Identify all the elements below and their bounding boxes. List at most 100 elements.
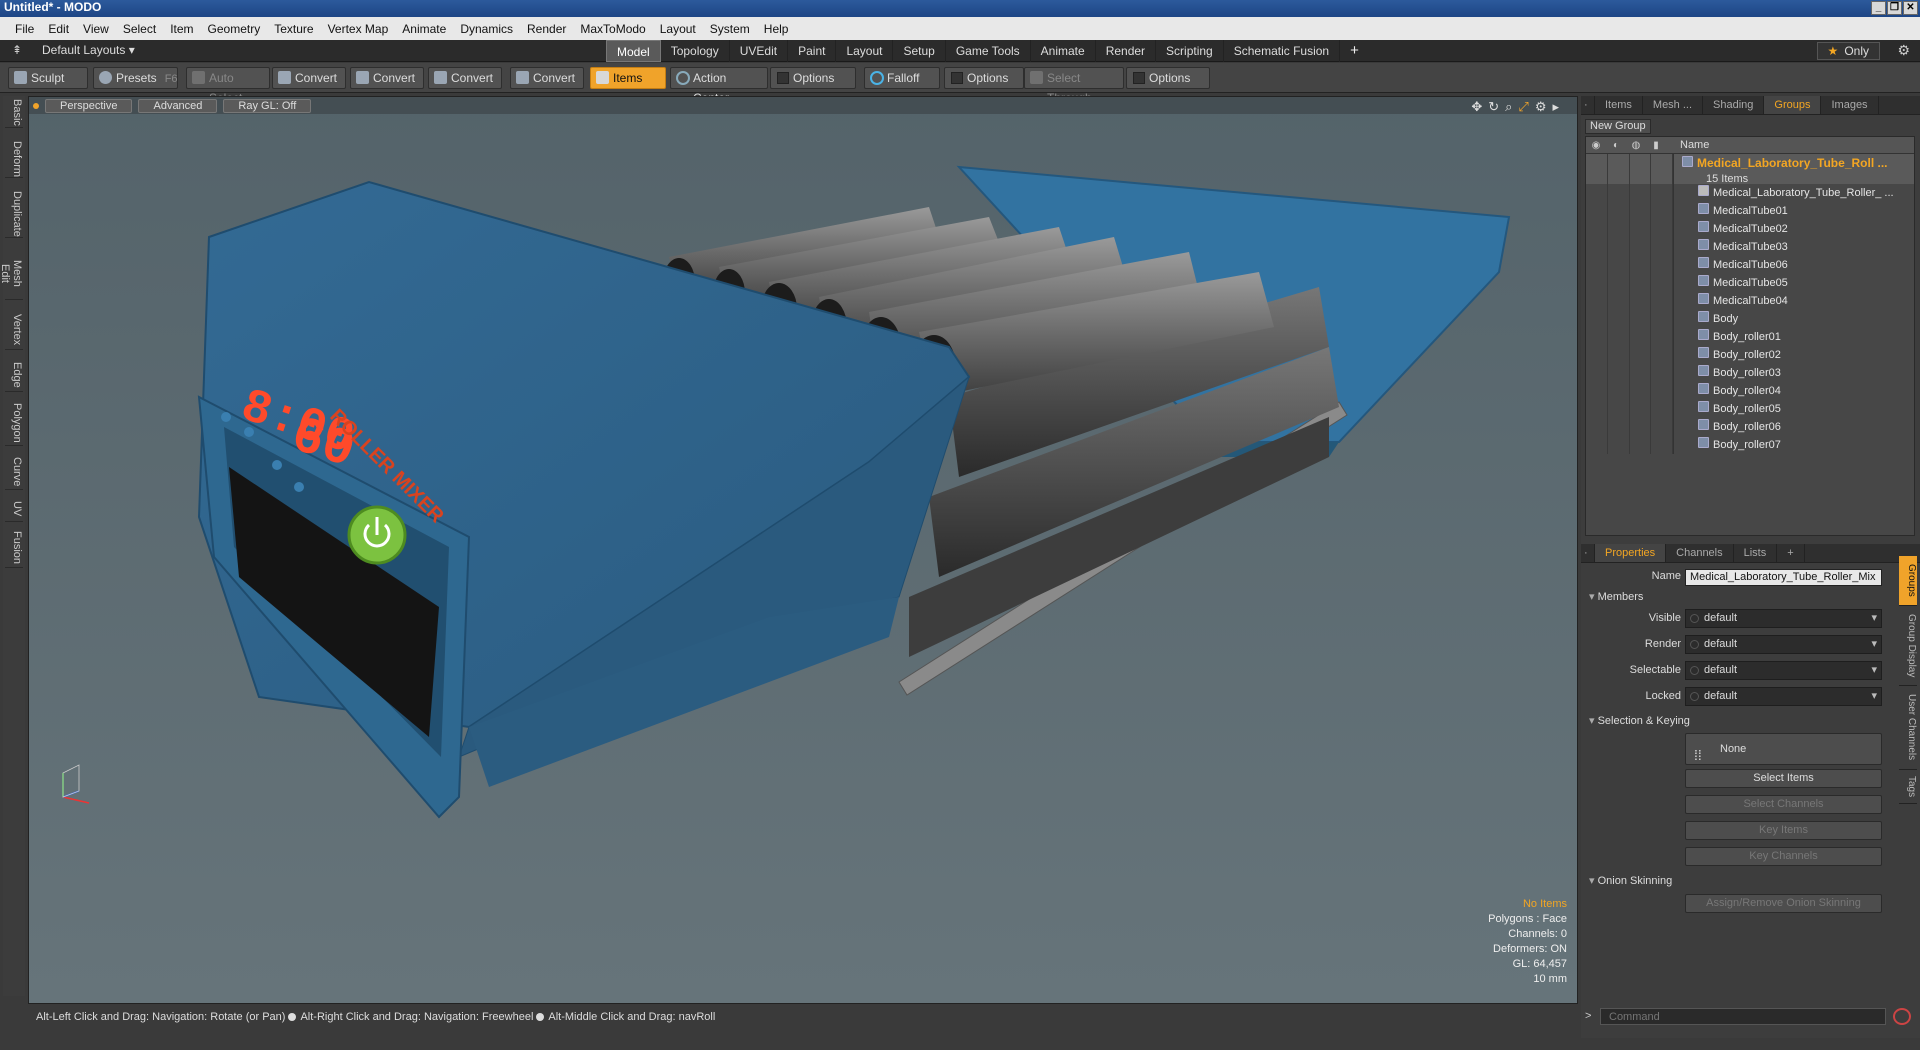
layout-up-icon[interactable]: ⇞: [12, 43, 22, 57]
tab-fusion[interactable]: Fusion: [5, 528, 23, 568]
convert-button-3[interactable]: Convert: [428, 67, 502, 89]
selection-keying-section[interactable]: Selection & Keying: [1589, 714, 1690, 727]
tab-setup[interactable]: Setup: [893, 40, 946, 62]
viewport-settings-icon[interactable]: ⚙: [1535, 99, 1547, 115]
tree-row[interactable]: Body_roller06: [1586, 418, 1914, 436]
selectable-dropdown[interactable]: default: [1685, 661, 1882, 680]
members-section[interactable]: Members: [1589, 590, 1644, 603]
menu-edit[interactable]: Edit: [41, 22, 76, 36]
convert-button-1[interactable]: Convert: [272, 67, 346, 89]
tree-row[interactable]: Body_roller02: [1586, 346, 1914, 364]
tab-uv[interactable]: UV: [5, 496, 23, 522]
menu-layout[interactable]: Layout: [653, 22, 703, 36]
menu-texture[interactable]: Texture: [267, 22, 320, 36]
visible-dropdown[interactable]: default: [1685, 609, 1882, 628]
tree-row[interactable]: MedicalTube05: [1586, 274, 1914, 292]
menu-view[interactable]: View: [76, 22, 116, 36]
side-tab-groups[interactable]: Groups: [1899, 556, 1917, 606]
key-items-button[interactable]: Key Items: [1685, 821, 1882, 840]
tree-row[interactable]: Body_roller04: [1586, 382, 1914, 400]
panel-grip-icon[interactable]: ·: [1581, 544, 1595, 562]
sculpt-button[interactable]: Sculpt: [8, 67, 88, 89]
tree-row[interactable]: Body_roller03: [1586, 364, 1914, 382]
tab-groups[interactable]: Groups: [1764, 96, 1822, 114]
lock-icon[interactable]: ▮: [1646, 140, 1666, 151]
tab-animate[interactable]: Animate: [1031, 40, 1096, 62]
action-center-button[interactable]: Action Center: [670, 67, 768, 105]
tab-model[interactable]: Model: [606, 40, 661, 62]
tree-row[interactable]: Medical_Laboratory_Tube_Roller_ ...: [1586, 184, 1914, 202]
tree-row[interactable]: MedicalTube04: [1586, 292, 1914, 310]
onion-skinning-button[interactable]: Assign/Remove Onion Skinning: [1685, 894, 1882, 913]
side-tab-group-display[interactable]: Group Display: [1899, 606, 1917, 686]
render-icon[interactable]: ◐: [1606, 140, 1626, 151]
shading-mode-dropdown[interactable]: Advanced: [138, 98, 218, 113]
tab-render[interactable]: Render: [1096, 40, 1157, 62]
tab-mesh[interactable]: Mesh ...: [1643, 96, 1704, 114]
view-type-dropdown[interactable]: Perspective: [45, 98, 133, 113]
fit-icon[interactable]: ⤢: [1518, 99, 1528, 115]
panel-grip-icon[interactable]: ·: [1581, 96, 1595, 114]
tree-row[interactable]: Body: [1586, 310, 1914, 328]
raygl-toggle[interactable]: Ray GL: Off: [223, 98, 312, 113]
tab-mesh-edit[interactable]: Mesh Edit: [0, 248, 23, 300]
viewport-menu-icon[interactable]: ▸: [1552, 99, 1559, 115]
tab-images[interactable]: Images: [1821, 96, 1879, 114]
3d-viewport[interactable]: 8:00 60 ROLLER MIXER Perspective Advance…: [28, 96, 1578, 1004]
side-tab-tags[interactable]: Tags: [1899, 770, 1917, 804]
tab-curve[interactable]: Curve: [5, 454, 23, 490]
tab-edge[interactable]: Edge: [5, 358, 23, 392]
select-options-button[interactable]: Options: [1126, 67, 1210, 89]
falloff-options-button[interactable]: Options: [944, 67, 1024, 89]
menu-item[interactable]: Item: [163, 22, 200, 36]
select-items-button[interactable]: Select Items: [1685, 769, 1882, 788]
presets-button[interactable]: Presets F6: [93, 67, 178, 89]
group-root-row[interactable]: Medical_Laboratory_Tube_Roll ... 15 Item…: [1586, 154, 1914, 185]
menu-animate[interactable]: Animate: [395, 22, 453, 36]
eye-icon[interactable]: ◉: [1586, 140, 1606, 151]
command-input[interactable]: [1600, 1008, 1886, 1025]
tab-uvedit[interactable]: UVEdit: [730, 40, 789, 62]
menu-select[interactable]: Select: [116, 22, 163, 36]
tab-basic[interactable]: Basic: [5, 96, 23, 128]
add-panel-tab-button[interactable]: +: [1777, 544, 1805, 562]
restore-icon[interactable]: ❐: [1887, 1, 1902, 15]
falloff-button[interactable]: Falloff: [864, 67, 940, 89]
tab-channels[interactable]: Channels: [1666, 544, 1734, 562]
select-icon[interactable]: ◍: [1626, 140, 1646, 151]
tab-scripting[interactable]: Scripting: [1156, 40, 1224, 62]
tree-row[interactable]: Body_roller07: [1586, 436, 1914, 454]
menu-system[interactable]: System: [703, 22, 757, 36]
only-toggle[interactable]: ★ Only: [1816, 42, 1880, 60]
auto-select-button[interactable]: Auto Select: [186, 67, 270, 105]
menu-vertex-map[interactable]: Vertex Map: [321, 22, 396, 36]
convert-button-4[interactable]: Convert: [510, 67, 584, 89]
tab-deform[interactable]: Deform: [5, 138, 23, 178]
render-dropdown[interactable]: default: [1685, 635, 1882, 654]
locked-dropdown[interactable]: default: [1685, 687, 1882, 706]
tab-lists[interactable]: Lists: [1734, 544, 1778, 562]
tree-row[interactable]: MedicalTube03: [1586, 238, 1914, 256]
tab-vertex[interactable]: Vertex: [5, 310, 23, 350]
tree-row[interactable]: MedicalTube02: [1586, 220, 1914, 238]
menu-dynamics[interactable]: Dynamics: [453, 22, 520, 36]
minimize-icon[interactable]: _: [1871, 1, 1886, 15]
default-layouts-dropdown[interactable]: Default Layouts ▾: [42, 43, 135, 57]
add-tab-button[interactable]: +: [1350, 40, 1359, 62]
select-channels-button[interactable]: Select Channels: [1685, 795, 1882, 814]
record-icon[interactable]: [1893, 1008, 1911, 1025]
pan-icon[interactable]: ✥: [1471, 99, 1482, 115]
tab-layout[interactable]: Layout: [836, 40, 894, 62]
tab-paint[interactable]: Paint: [788, 40, 837, 62]
menu-file[interactable]: File: [8, 22, 41, 36]
key-channels-button[interactable]: Key Channels: [1685, 847, 1882, 866]
items-mode-button[interactable]: Items: [590, 67, 666, 89]
tree-row[interactable]: MedicalTube06: [1586, 256, 1914, 274]
tab-polygon[interactable]: Polygon: [5, 400, 23, 446]
select-through-button[interactable]: Select Through: [1024, 67, 1124, 105]
menu-geometry[interactable]: Geometry: [201, 22, 268, 36]
tab-schematic-fusion[interactable]: Schematic Fusion: [1224, 40, 1341, 62]
selection-set-none[interactable]: ⁞⁞ None: [1685, 733, 1882, 765]
convert-button-2[interactable]: Convert: [350, 67, 424, 89]
tree-row[interactable]: Body_roller05: [1586, 400, 1914, 418]
